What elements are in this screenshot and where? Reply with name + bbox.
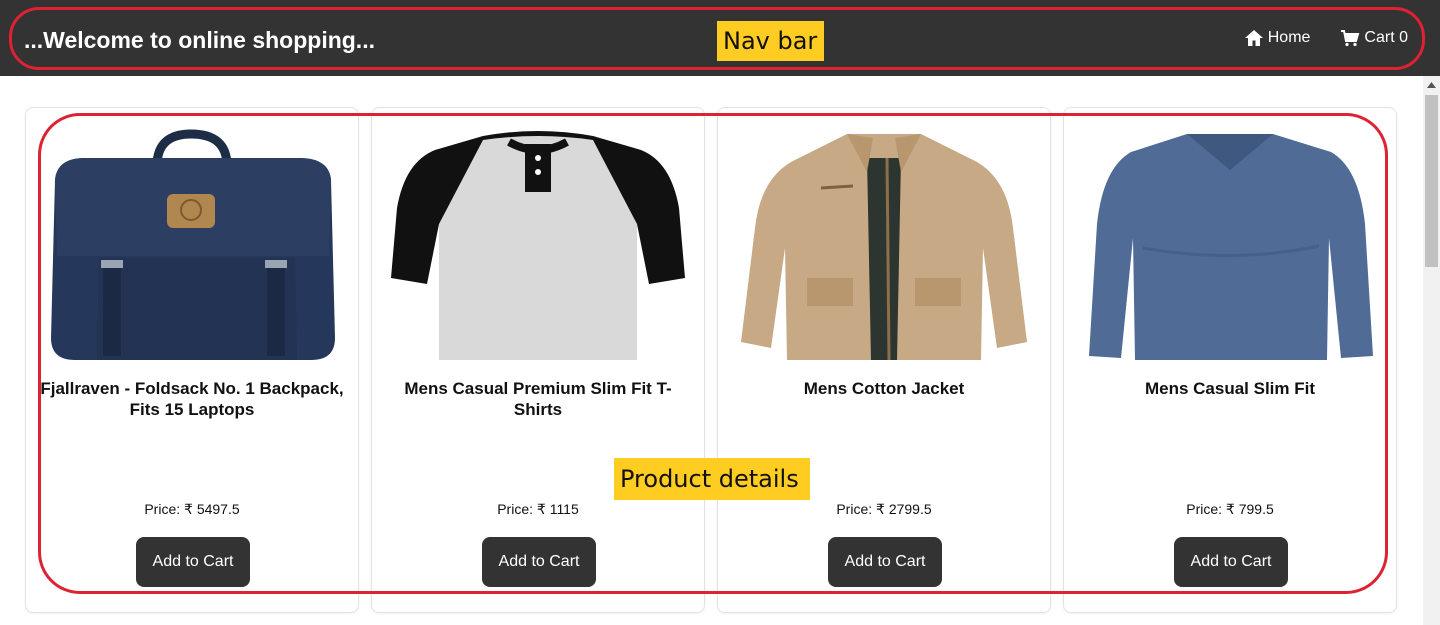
scroll-up-icon[interactable] bbox=[1423, 76, 1440, 93]
product-title[interactable]: Mens Casual Premium Slim Fit T-Shirts bbox=[382, 378, 694, 420]
product-card: Fjallraven - Foldsack No. 1 Backpack, Fi… bbox=[25, 107, 359, 613]
nav-home-label: Home bbox=[1267, 29, 1311, 46]
product-price: Price: ₹ 799.5 bbox=[1186, 501, 1274, 517]
product-title[interactable]: Mens Cotton Jacket bbox=[728, 378, 1040, 399]
product-card: Mens Cotton Jacket Price: ₹ 2799.5 Add t… bbox=[717, 107, 1051, 613]
product-price: Price: ₹ 1115 bbox=[497, 501, 579, 517]
add-to-cart-button[interactable]: Add to Cart bbox=[482, 537, 596, 587]
home-icon bbox=[1244, 29, 1264, 47]
product-price: Price: ₹ 2799.5 bbox=[836, 501, 932, 517]
vertical-scrollbar[interactable] bbox=[1423, 76, 1440, 625]
add-to-cart-button[interactable]: Add to Cart bbox=[136, 537, 250, 587]
product-card: Mens Casual Slim Fit Price: ₹ 799.5 Add … bbox=[1063, 107, 1397, 613]
product-title[interactable]: Mens Casual Slim Fit bbox=[1074, 378, 1386, 399]
cart-icon bbox=[1340, 29, 1360, 47]
nav-bar-annotation-label: Nav bar bbox=[717, 21, 824, 61]
product-details-annotation-label: Product details bbox=[614, 458, 810, 500]
add-to-cart-button[interactable]: Add to Cart bbox=[1174, 537, 1288, 587]
scroll-thumb[interactable] bbox=[1425, 95, 1438, 267]
slim-fit-shirt-image bbox=[1082, 126, 1378, 366]
nav-cart-link[interactable]: Cart 0 bbox=[1340, 29, 1408, 47]
site-brand[interactable]: ...Welcome to online shopping... bbox=[24, 27, 375, 54]
product-card: Mens Casual Premium Slim Fit T-Shirts Pr… bbox=[371, 107, 705, 613]
add-to-cart-button[interactable]: Add to Cart bbox=[828, 537, 942, 587]
nav-links: Home Cart 0 bbox=[1244, 29, 1408, 47]
nav-home-link[interactable]: Home bbox=[1244, 29, 1311, 47]
backpack-image bbox=[44, 126, 340, 366]
nav-cart-label: Cart 0 bbox=[1364, 29, 1408, 46]
raglan-tshirt-image bbox=[390, 126, 686, 366]
cotton-jacket-image bbox=[736, 126, 1032, 366]
product-price: Price: ₹ 5497.5 bbox=[144, 501, 240, 517]
product-title[interactable]: Fjallraven - Foldsack No. 1 Backpack, Fi… bbox=[36, 378, 348, 420]
